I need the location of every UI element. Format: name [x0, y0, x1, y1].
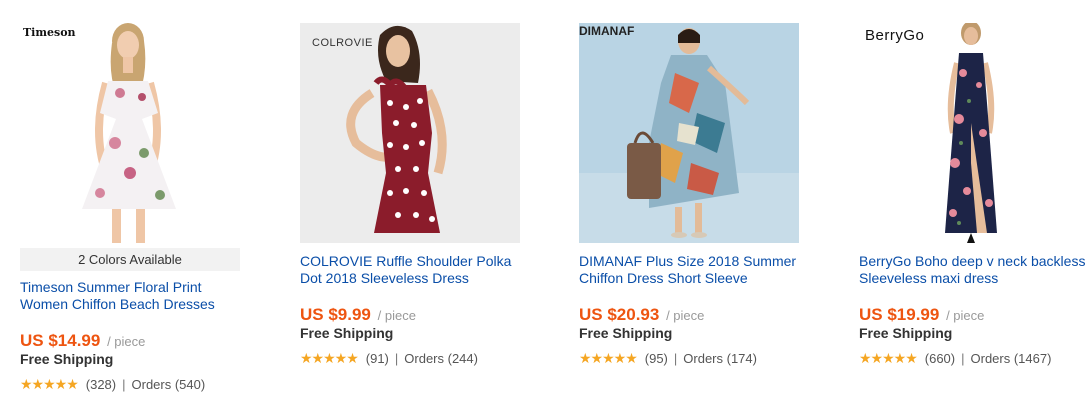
separator: | [673, 351, 678, 366]
brand-logo: DIMANAF [579, 24, 635, 38]
orders-count: Orders (1467) [970, 351, 1052, 366]
price-unit: / piece [107, 334, 146, 349]
price-row: US $19.99 / piece [859, 305, 984, 325]
price: US $19.99 [859, 305, 940, 324]
orders-count: Orders (174) [683, 351, 757, 366]
brand-logo: Timeson [23, 26, 76, 39]
price: US $14.99 [20, 331, 101, 350]
separator: | [394, 351, 399, 366]
separator: | [961, 351, 965, 366]
review-count[interactable]: (91) [366, 351, 389, 366]
orders-count: Orders (244) [404, 351, 478, 366]
brand-logo: COLROVIE [312, 37, 373, 49]
price: US $20.93 [579, 305, 660, 324]
rating-row: ★★★★★ (660) | Orders (1467) [859, 350, 1051, 367]
product-image[interactable] [300, 23, 520, 243]
product-title[interactable]: COLROVIE Ruffle Shoulder Polka Dot 2018 … [300, 253, 530, 287]
product-image[interactable] [859, 23, 1079, 243]
review-count[interactable]: (95) [645, 351, 668, 366]
product-image[interactable] [579, 23, 799, 243]
rating-row: ★★★★★ (328) | Orders (540) [20, 376, 205, 393]
free-shipping-label: Free Shipping [300, 325, 394, 341]
review-count[interactable]: (328) [86, 377, 116, 392]
star-rating-icon[interactable]: ★★★★★ [300, 350, 359, 367]
price-row: US $9.99 / piece [300, 305, 416, 325]
free-shipping-label: Free Shipping [859, 325, 953, 341]
product-title[interactable]: BerryGo Boho deep v neck backless Sleeve… [859, 253, 1089, 287]
review-count[interactable]: (660) [925, 351, 955, 366]
price: US $9.99 [300, 305, 371, 324]
free-shipping-label: Free Shipping [20, 351, 114, 367]
colors-available-badge[interactable]: 2 Colors Available [20, 248, 240, 271]
price-unit: / piece [946, 308, 985, 323]
price-row: US $20.93 / piece [579, 305, 704, 325]
orders-count: Orders (540) [131, 377, 206, 392]
product-title[interactable]: Timeson Summer Floral Print Women Chiffo… [20, 279, 250, 313]
product-card[interactable]: Timeson 2 Colors Available Timeson Summe… [20, 0, 270, 408]
free-shipping-label: Free Shipping [579, 325, 673, 341]
rating-row: ★★★★★ (95) | Orders (174) [579, 350, 757, 367]
product-image[interactable] [20, 23, 240, 243]
star-rating-icon[interactable]: ★★★★★ [20, 376, 79, 393]
price-unit: / piece [377, 308, 416, 323]
brand-logo: BerryGo [865, 27, 925, 44]
price-row: US $14.99 / piece [20, 331, 145, 351]
separator: | [122, 377, 126, 392]
product-card[interactable]: COLROVIE COLROVIE Ruffle Shoulder Polka … [300, 0, 550, 408]
product-card[interactable]: BerryGo BerryGo Boho deep v neck backles… [859, 0, 1089, 408]
product-title[interactable]: DIMANAF Plus Size 2018 Summer Chiffon Dr… [579, 253, 809, 287]
product-card[interactable]: DIMANAF DIMANAF Plus Size 2018 Summer Ch… [579, 0, 829, 408]
rating-row: ★★★★★ (91) | Orders (244) [300, 350, 478, 367]
price-unit: / piece [666, 308, 705, 323]
star-rating-icon[interactable]: ★★★★★ [859, 350, 918, 367]
star-rating-icon[interactable]: ★★★★★ [579, 350, 638, 367]
